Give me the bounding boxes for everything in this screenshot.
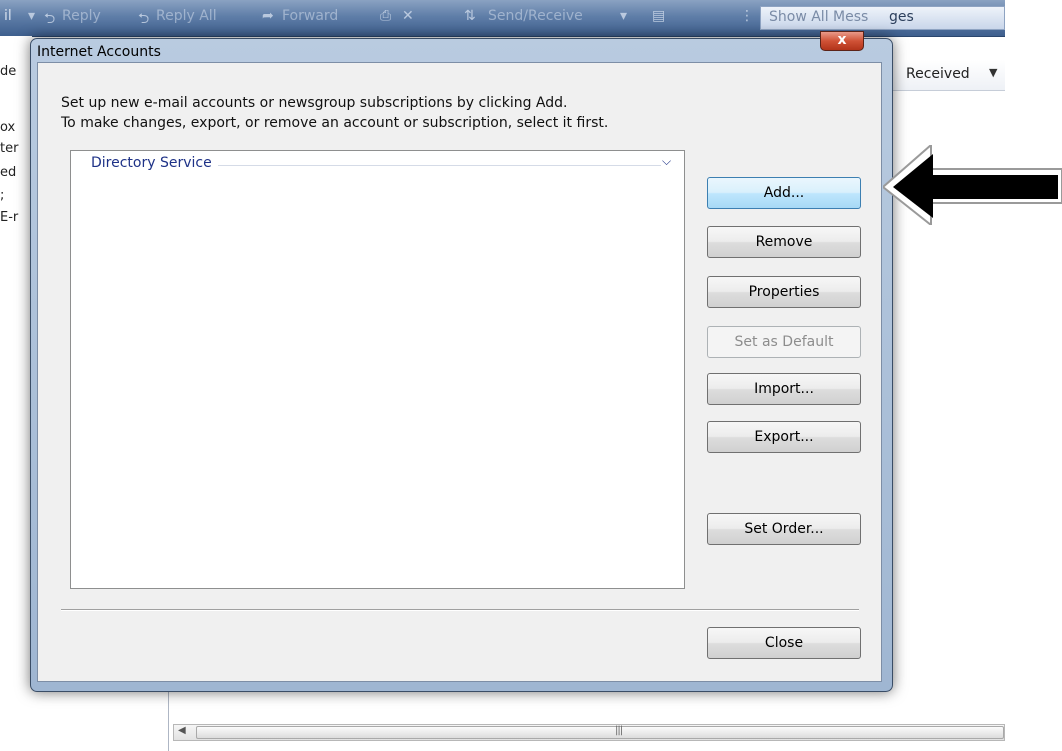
- scrollbar-thumb[interactable]: |||: [196, 725, 1004, 739]
- remove-button[interactable]: Remove: [707, 226, 861, 258]
- chevron-down-icon[interactable]: ▼: [989, 66, 997, 79]
- search-input[interactable]: Show All Mess ges: [760, 6, 1005, 30]
- import-button[interactable]: Import...: [707, 373, 861, 405]
- annotation-arrow-icon: [883, 145, 1062, 225]
- search-text-tail: ges: [889, 9, 914, 25]
- dialog-separator: [61, 609, 859, 611]
- folder-pane: de ox ter ed ; E-r: [0, 36, 32, 751]
- horizontal-scrollbar[interactable]: ◀ |||: [173, 724, 1005, 741]
- instruction-line-2: To make changes, export, or remove an ac…: [61, 115, 609, 131]
- accounts-list[interactable]: Directory Service ⌵: [70, 150, 685, 589]
- close-button[interactable]: Close: [707, 627, 861, 659]
- export-button[interactable]: Export...: [707, 421, 861, 453]
- address-book-icon[interactable]: ▤: [652, 8, 665, 24]
- folder-item[interactable]: E-r: [0, 210, 18, 225]
- dropdown-arrow-icon[interactable]: ▾: [620, 8, 627, 24]
- set-order-button[interactable]: Set Order...: [707, 513, 861, 545]
- reply-all-button[interactable]: Reply All: [156, 8, 217, 24]
- send-receive-icon[interactable]: ⇅: [464, 8, 476, 24]
- forward-icon[interactable]: ➦: [262, 8, 274, 24]
- close-icon[interactable]: x: [820, 31, 864, 51]
- toolbar-fragment: il: [4, 8, 12, 24]
- internet-accounts-dialog: Internet Accounts x Set up new e-mail ac…: [30, 31, 893, 692]
- reply-button[interactable]: Reply: [62, 8, 101, 24]
- properties-button[interactable]: Properties: [707, 276, 861, 308]
- received-column-header[interactable]: Received ▼: [885, 60, 1005, 91]
- instruction-line-1: Set up new e-mail accounts or newsgroup …: [61, 95, 568, 111]
- folder-item[interactable]: ;: [0, 188, 4, 203]
- scroll-left-icon[interactable]: ◀: [178, 725, 186, 736]
- reply-icon[interactable]: ⮌: [44, 8, 55, 32]
- directory-service-group[interactable]: Directory Service ⌵: [75, 154, 680, 177]
- folder-item[interactable]: ter: [0, 141, 18, 156]
- chevron-down-icon[interactable]: ⌵: [662, 154, 671, 169]
- folder-item[interactable]: de: [0, 64, 16, 79]
- search-text: Show All Mess: [769, 9, 869, 25]
- folder-item[interactable]: ox: [0, 120, 15, 135]
- pane-divider[interactable]: [168, 690, 169, 751]
- delete-icon[interactable]: ✕: [402, 8, 414, 24]
- forward-button[interactable]: Forward: [282, 8, 338, 24]
- print-icon[interactable]: ⎙: [380, 8, 391, 24]
- send-receive-button[interactable]: Send/Receive: [488, 8, 583, 24]
- dialog-title: Internet Accounts: [37, 44, 161, 60]
- group-label: Directory Service: [91, 155, 218, 171]
- dropdown-arrow-icon[interactable]: ▾: [28, 8, 35, 24]
- set-as-default-button: Set as Default: [707, 326, 861, 358]
- dialog-client-area: Set up new e-mail accounts or newsgroup …: [37, 62, 882, 682]
- column-header-label: Received: [906, 66, 970, 82]
- reply-all-icon[interactable]: ⮌: [138, 8, 149, 32]
- toolbar-grip-icon: ⋮: [740, 8, 754, 24]
- grip-icon: |||: [615, 725, 623, 736]
- folder-item[interactable]: ed: [0, 165, 16, 180]
- add-button[interactable]: Add...: [707, 177, 861, 209]
